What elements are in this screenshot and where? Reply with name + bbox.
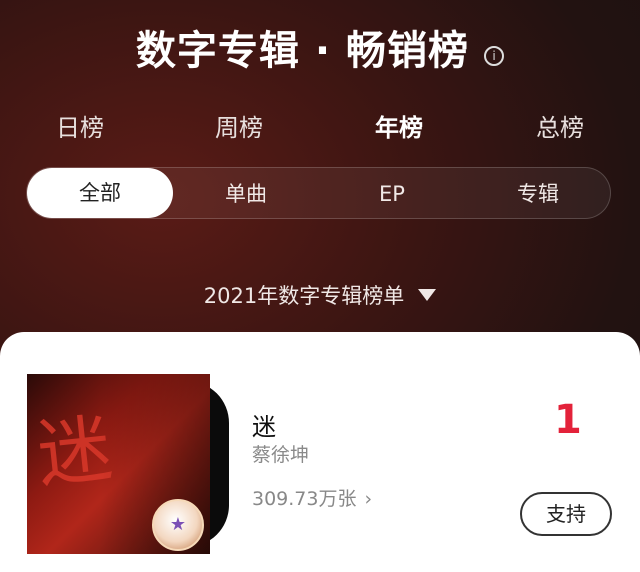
segment-album[interactable]: 专辑 [465,168,611,220]
title-row: 数字专辑 · 畅销榜 i [0,18,640,76]
segment-single[interactable]: 单曲 [173,168,319,220]
chart-list-card: 迷 ★ 迷 蔡徐坤 309.73万张 › 1 支持 [0,332,640,572]
tab-weekly[interactable]: 周榜 [215,108,263,143]
year-selector-label: 2021年数字专辑榜单 [203,284,405,308]
segment-ep[interactable]: EP [319,168,465,220]
artist-name[interactable]: 蔡徐坤 [252,440,309,467]
info-icon[interactable]: i [484,45,505,66]
caret-down-icon [418,289,437,301]
chart-header: 数字专辑 · 畅销榜 i 日榜 周榜 年榜 总榜 全部 单曲 EP 专辑 202… [0,0,640,330]
sales-value: 309.73万张 [252,488,357,510]
support-button[interactable]: 支持 [520,492,612,536]
year-selector[interactable]: 2021年数字专辑榜单 [0,280,640,310]
page-title: 数字专辑 · 畅销榜 [135,28,469,74]
tab-yearly[interactable]: 年榜 [375,108,423,143]
type-segmented-control: 全部 单曲 EP 专辑 [26,167,611,219]
chevron-right-icon: › [364,488,373,510]
album-title[interactable]: 迷 [252,407,276,442]
rank-number: 1 [554,397,582,443]
star-badge-icon: ★ [152,499,204,551]
segment-all[interactable]: 全部 [27,168,173,218]
tab-daily[interactable]: 日榜 [56,108,104,143]
tab-all-time[interactable]: 总榜 [536,108,584,143]
album-cover[interactable]: 迷 ★ [27,374,210,554]
sales-count[interactable]: 309.73万张 › [252,484,372,511]
period-tabs: 日榜 周榜 年榜 总榜 [0,108,640,142]
